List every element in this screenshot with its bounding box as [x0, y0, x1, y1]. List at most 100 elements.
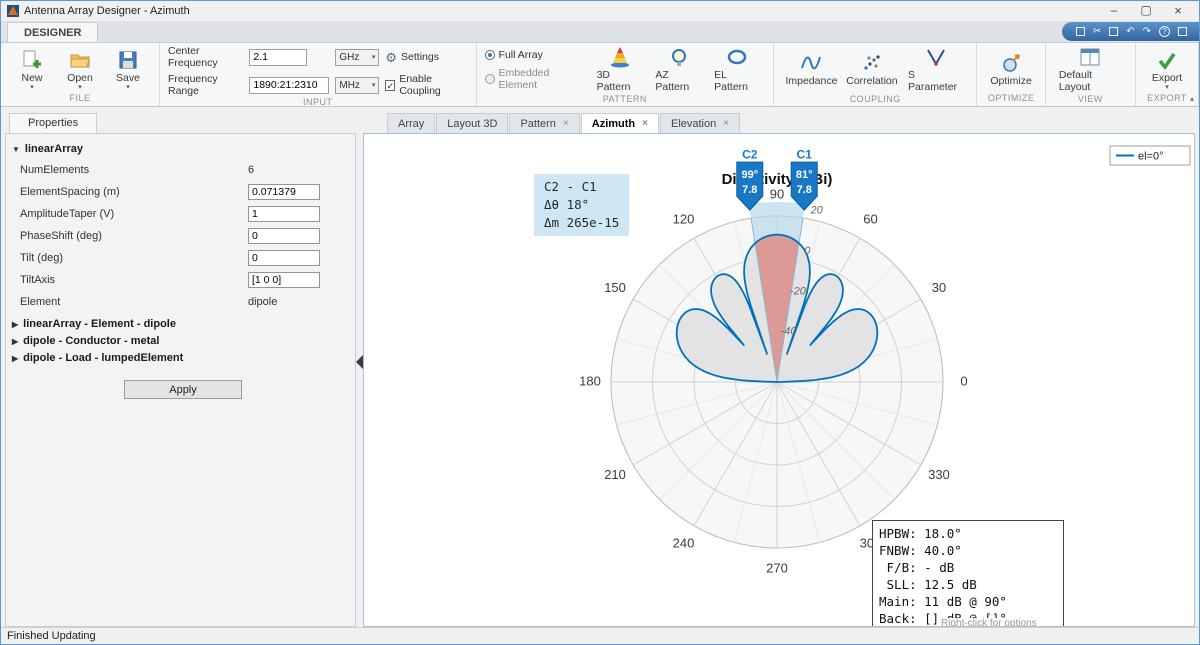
property-label-tilt-deg: Tilt (deg): [20, 252, 63, 264]
impedance-icon: [801, 56, 822, 70]
optimize-button[interactable]: Optimize: [985, 51, 1036, 88]
tab-elevation[interactable]: Elevation ×: [659, 113, 741, 133]
tab-properties[interactable]: Properties: [9, 113, 98, 133]
apply-button[interactable]: Apply: [124, 380, 242, 399]
open-button-label: Open: [67, 71, 93, 84]
section-lineararray[interactable]: ▼ linearArray: [12, 143, 349, 155]
properties-rows: NumElements 6 ElementSpacing (m) AmplitudeT…: [12, 159, 349, 313]
azimuth-plot-area[interactable]: 20 0 -20 -40 0 30 60 90 120 150 180 210 240 270 300 330…: [363, 133, 1195, 627]
tab-designer[interactable]: DESIGNER: [7, 22, 99, 42]
frequency-range-unit-select[interactable]: MHz ▾: [335, 76, 380, 94]
section-lineararray-element-dipole[interactable]: ▶ linearArray - Element - dipole: [12, 318, 349, 330]
tab-array[interactable]: Array: [387, 113, 436, 133]
tab-label: Array: [398, 117, 425, 130]
chevron-down-icon: ▾: [126, 83, 130, 91]
property-label-element: Element: [20, 296, 61, 308]
maximize-button[interactable]: ▢: [1131, 3, 1161, 20]
tab-azimuth[interactable]: Azimuth ×: [580, 113, 659, 133]
center-frequency-unit-select[interactable]: GHz ▾: [335, 48, 380, 66]
property-label-tiltaxis: TiltAxis: [20, 274, 56, 286]
svg-text:-40: -40: [781, 326, 798, 338]
redo-icon[interactable]: ↷: [1143, 26, 1151, 37]
cursor-info-line: Δθ 18°: [544, 197, 590, 212]
default-layout-button[interactable]: Default Layout: [1054, 45, 1127, 94]
section-dipole-conductor-metal[interactable]: ▶ dipole - Conductor - metal: [12, 335, 349, 347]
tab-close-icon[interactable]: ×: [563, 118, 569, 129]
tab-pattern[interactable]: Pattern ×: [509, 113, 580, 133]
property-input-elementspacing-m[interactable]: [248, 184, 320, 200]
copy-icon[interactable]: [1109, 27, 1119, 36]
pattern-az-button[interactable]: AZ Pattern: [650, 45, 707, 94]
collapse-ribbon-icon[interactable]: ▴: [1190, 94, 1194, 103]
chevron-down-icon: ▾: [371, 53, 376, 61]
property-label-amplitudetaper-v: AmplitudeTaper (V): [20, 208, 115, 220]
property-value-numelements: 6: [248, 164, 255, 176]
pattern-el-button[interactable]: EL Pattern: [709, 45, 765, 94]
property-input-amplitudetaper-v[interactable]: [248, 206, 320, 222]
new-button[interactable]: New ▾: [9, 48, 55, 91]
chevron-down-icon: ▾: [371, 81, 376, 89]
svg-text:120: 120: [673, 211, 695, 226]
tab-layout-3d[interactable]: Layout 3D: [436, 113, 509, 133]
settings-button[interactable]: ⚙ Settings: [385, 51, 467, 64]
property-row: TiltAxis: [12, 269, 349, 291]
export-button[interactable]: Export ▾: [1144, 48, 1190, 91]
save-icon[interactable]: [1075, 27, 1085, 36]
property-input-tiltaxis[interactable]: [248, 272, 320, 288]
tab-close-icon[interactable]: ×: [723, 118, 729, 129]
open-button[interactable]: Open ▾: [57, 48, 103, 91]
cursor-info-box[interactable]: C2 - C1 Δθ 18° Δm 265e-15: [534, 174, 630, 236]
property-input-phaseshift-deg[interactable]: [248, 228, 320, 244]
help-icon[interactable]: ?: [1159, 26, 1170, 37]
correlation-button[interactable]: Correlation: [843, 51, 901, 88]
center-frequency-unit-value: GHz: [339, 51, 360, 63]
property-row: NumElements 6: [12, 159, 349, 181]
ribbon: New ▾ Open ▾ Save ▾ FILE Center Frequenc…: [1, 43, 1199, 107]
ribbon-group-file: New ▾ Open ▾ Save ▾ FILE: [1, 43, 160, 106]
properties-panel: Properties ▼ linearArray NumElements 6 Ele…: [1, 107, 357, 627]
export-check-icon: [1158, 52, 1176, 70]
property-row: PhaseShift (deg): [12, 225, 349, 247]
floppy-disk-icon: [119, 51, 137, 68]
svg-text:0: 0: [960, 373, 967, 388]
group-label-coupling: COUPLING: [849, 94, 901, 104]
property-row: Element dipole: [12, 291, 349, 313]
legend-label: el=0°: [1138, 150, 1164, 162]
s-parameter-icon: [926, 49, 945, 67]
cut-icon[interactable]: ✂: [1093, 26, 1101, 37]
enable-coupling-checkbox[interactable]: ✓ Enable Coupling: [385, 73, 467, 97]
antenna-metrics-box[interactable]: HPBW: 18.0° FNBW: 40.0° F/B: - dB SLL: 12…: [872, 520, 1064, 626]
undo-icon[interactable]: ↶: [1126, 26, 1134, 37]
group-label-input: INPUT: [303, 97, 333, 107]
embedded-element-radio[interactable]: Embedded Element: [484, 67, 584, 91]
export-label: Export: [1151, 71, 1183, 84]
property-input-tilt-deg[interactable]: [248, 250, 320, 266]
window-layout-icon[interactable]: [1178, 27, 1187, 36]
legend[interactable]: el=0°: [1109, 145, 1191, 166]
s-parameter-button[interactable]: S Parameter: [903, 45, 968, 94]
center-frequency-input[interactable]: [249, 48, 308, 66]
cursor-id-label: C1: [797, 147, 813, 161]
save-button[interactable]: Save ▾: [105, 48, 151, 91]
tab-close-icon[interactable]: ×: [642, 118, 648, 129]
correlation-label: Correlation: [846, 75, 898, 87]
enable-coupling-label: Enable Coupling: [399, 73, 441, 97]
correlation-icon: [864, 55, 880, 70]
minimize-button[interactable]: –: [1099, 3, 1129, 20]
cursor-pin-c2[interactable]: 99° 7.8 C2: [736, 147, 764, 211]
polar-plot[interactable]: 200-20-400306090120150180210240270300330…: [364, 134, 1194, 627]
impedance-button[interactable]: Impedance: [782, 51, 841, 88]
collapse-panel-icon[interactable]: [356, 355, 364, 369]
panel-splitter[interactable]: [356, 107, 364, 627]
frequency-range-input[interactable]: [249, 76, 330, 94]
svg-text:0: 0: [804, 245, 811, 257]
checkbox-checked-icon: ✓: [385, 79, 396, 91]
cursor-pin-c1[interactable]: 81° 7.8 C1: [790, 147, 818, 211]
section-dipole-load-lumpedelement[interactable]: ▶ dipole - Load - lumpedElement: [12, 352, 349, 364]
svg-text:240: 240: [673, 535, 695, 550]
pattern-3d-button[interactable]: 3D Pattern: [592, 45, 649, 94]
full-array-radio[interactable]: Full Array: [484, 49, 584, 61]
new-button-label: New: [21, 71, 43, 84]
pattern-el-label: EL Pattern: [714, 69, 749, 93]
close-button[interactable]: ×: [1163, 3, 1193, 20]
